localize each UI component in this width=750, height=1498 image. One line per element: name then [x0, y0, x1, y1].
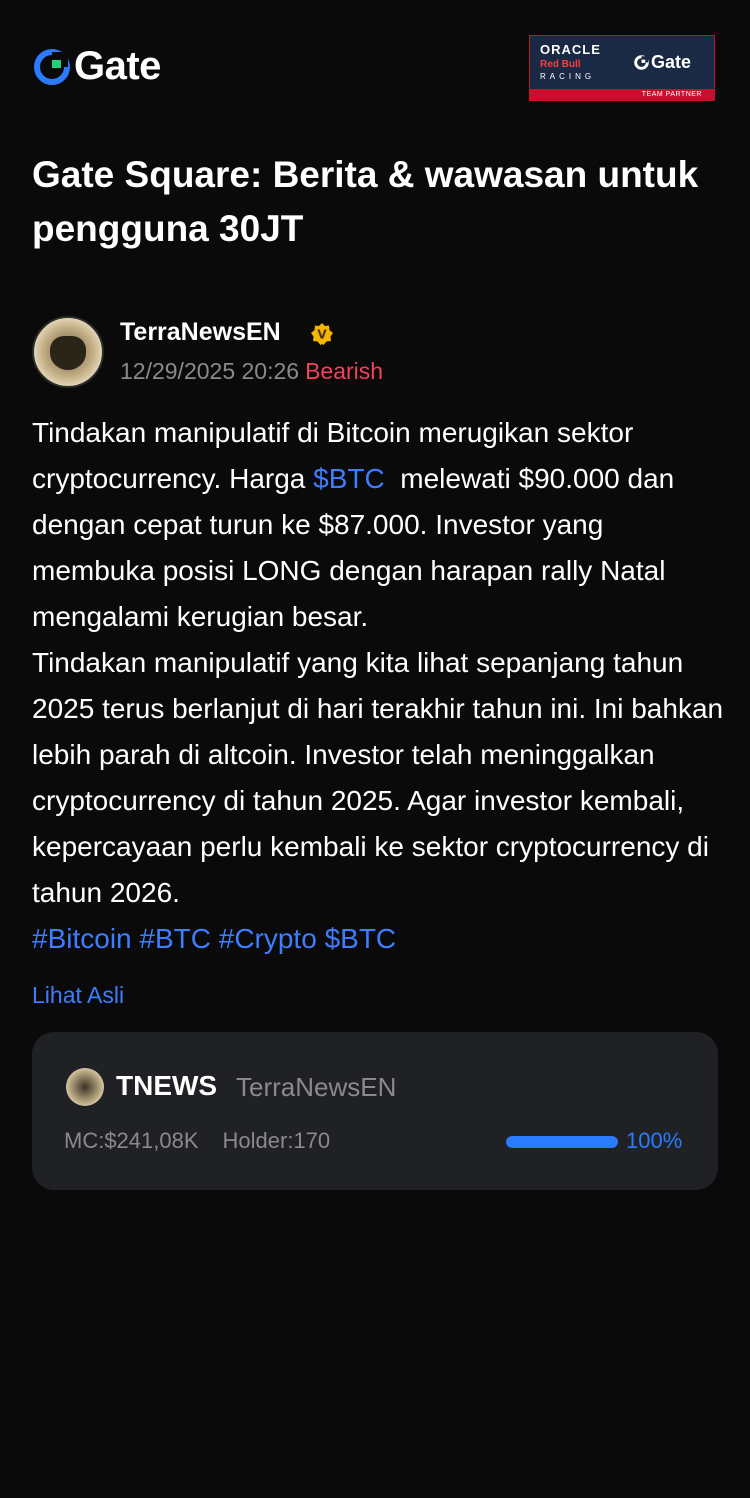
post-paragraph-1: Tindakan manipulatif di Bitcoin merugika…: [32, 410, 732, 640]
bull-emblem-icon: [50, 336, 86, 370]
gate-mini-icon: [634, 55, 649, 70]
holder-count: Holder:170: [222, 1128, 331, 1153]
post-timestamp: 12/29/2025 20:26: [120, 358, 300, 384]
partner-line-1: ORACLE: [540, 42, 601, 57]
partner-brand: Gate: [651, 52, 692, 72]
page: Gate ORACLE Red Bull RACING Gate TEAM PA…: [0, 0, 750, 1498]
bonding-progress-bar: [506, 1136, 618, 1148]
token-name: TerraNewsEN: [236, 1072, 397, 1102]
token-stats: MC:$241,08K Holder:170: [64, 1128, 330, 1154]
post-body: Tindakan manipulatif di Bitcoin merugika…: [32, 410, 732, 962]
gate-logo-icon: [34, 48, 70, 85]
market-cap: MC:$241,08K: [64, 1128, 199, 1153]
token-avatar: [66, 1068, 104, 1106]
author-avatar[interactable]: [32, 316, 104, 388]
team-partner-label: TEAM PARTNER: [530, 89, 714, 100]
partner-line-3: RACING: [540, 72, 596, 81]
team-partner-banner[interactable]: ORACLE Red Bull RACING Gate TEAM PARTNER: [529, 35, 715, 101]
hashtags[interactable]: #Bitcoin #BTC #Crypto $BTC: [32, 916, 732, 962]
token-card[interactable]: TNEWS TerraNewsEN MC:$241,08K Holder:170 …: [32, 1032, 718, 1190]
brand-name: Gate: [74, 44, 161, 88]
partner-line-2: Red Bull: [540, 59, 581, 70]
page-title: Gate Square: Berita & wawasan untuk peng…: [32, 154, 699, 249]
post-paragraph-2: Tindakan manipulatif yang kita lihat sep…: [32, 647, 724, 908]
author-name[interactable]: TerraNewsEN: [120, 318, 281, 347]
post-meta: 12/29/2025 20:26 Bearish: [120, 358, 383, 385]
sentiment-badge: Bearish: [305, 358, 384, 384]
oracle-redbull-racing-logo: ORACLE Red Bull RACING: [540, 42, 620, 81]
progress-label: 100%: [626, 1128, 683, 1153]
verified-badge-icon: V: [311, 323, 333, 345]
gate-logo[interactable]: Gate: [34, 44, 161, 89]
view-original-link[interactable]: Lihat Asli: [32, 982, 124, 1009]
partner-gate-logo: Gate: [634, 52, 691, 73]
btc-cashtag-link[interactable]: $BTC: [313, 463, 385, 494]
token-symbol: TNEWS: [116, 1070, 218, 1101]
svg-text:V: V: [317, 328, 327, 342]
progress-fill: [506, 1136, 618, 1148]
